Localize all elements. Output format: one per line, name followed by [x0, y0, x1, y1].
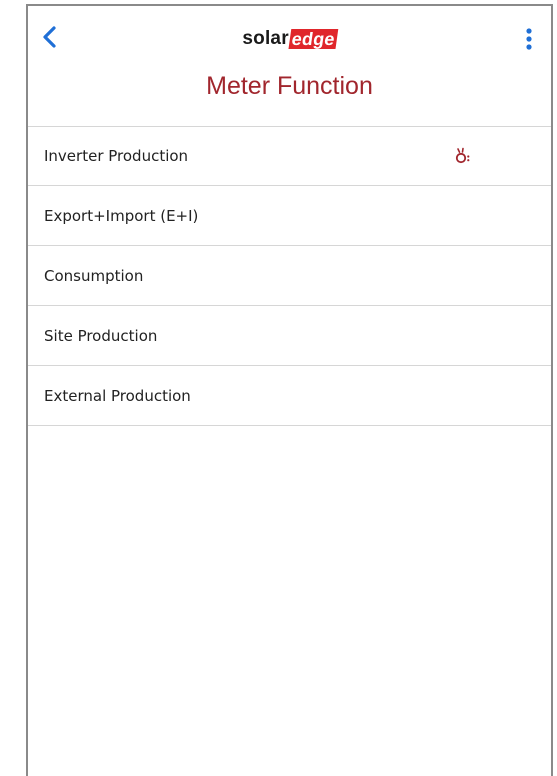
option-consumption[interactable]: Consumption [28, 246, 551, 306]
option-external-production[interactable]: External Production [28, 366, 551, 426]
meter-function-list: Inverter Production Export+Import (E+I) … [28, 126, 551, 426]
option-label: Consumption [44, 266, 144, 285]
sun-indicator-icon [455, 147, 470, 164]
solaredge-logo: solar edge [242, 28, 339, 50]
logo-edge-text: edge [288, 29, 339, 49]
kebab-menu-icon [526, 28, 532, 50]
option-label: Inverter Production [44, 146, 189, 165]
page-title: Meter Function [206, 72, 373, 100]
option-label: Export+Import (E+I) [44, 206, 199, 225]
back-button[interactable] [38, 24, 64, 50]
option-site-production[interactable]: Site Production [28, 306, 551, 366]
option-inverter-production[interactable]: Inverter Production [28, 126, 551, 186]
more-menu-button[interactable] [519, 26, 539, 52]
chevron-left-icon [43, 26, 56, 48]
option-label: External Production [44, 386, 191, 405]
app-header: solar edge Meter Function [28, 6, 551, 127]
app-frame: solar edge Meter Function Inverter Produc… [26, 4, 553, 776]
option-label: Site Production [44, 326, 158, 345]
option-export-import[interactable]: Export+Import (E+I) [28, 186, 551, 246]
logo-solar-text: solar [242, 28, 289, 49]
